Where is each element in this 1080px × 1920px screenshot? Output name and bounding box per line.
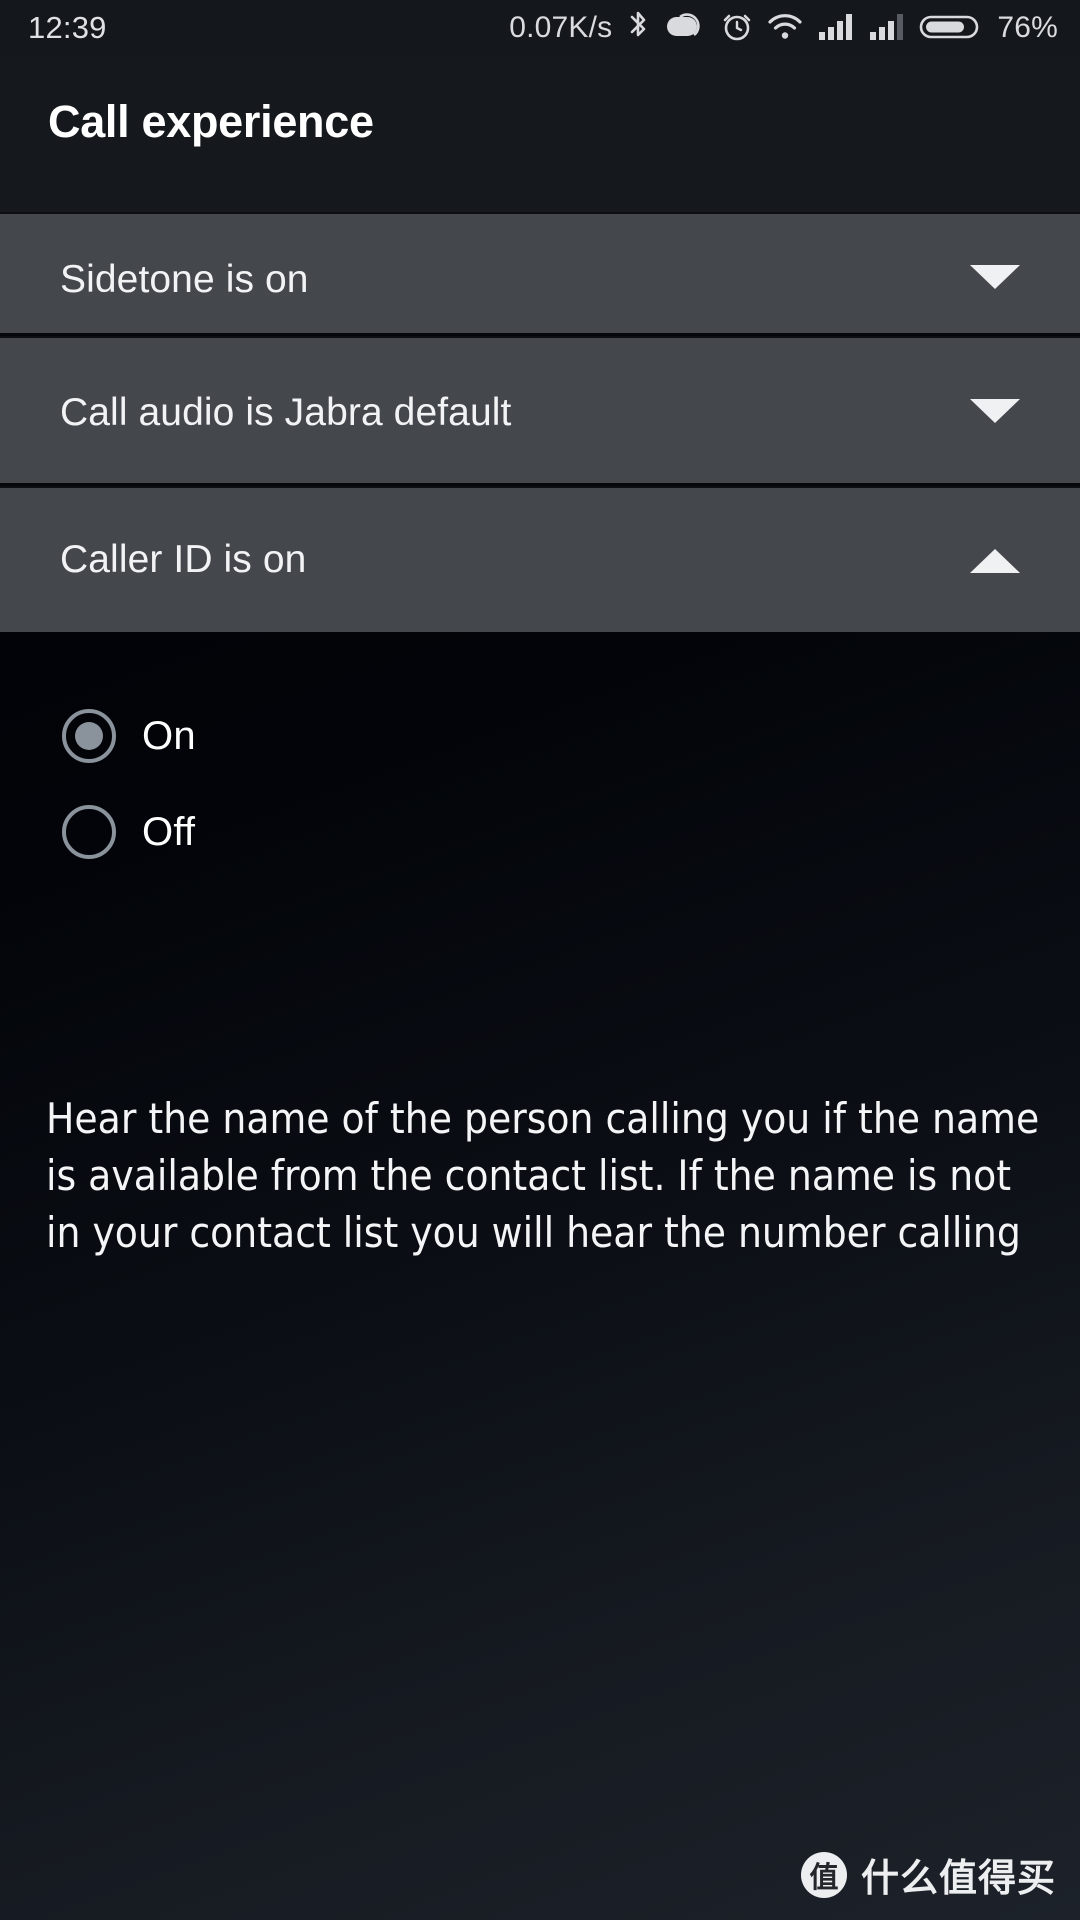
signal-bars-sim1-icon — [817, 9, 855, 48]
radio-dot — [75, 722, 103, 750]
settings-row-sidetone[interactable]: Sidetone is on — [0, 212, 1080, 336]
settings-row-label: Sidetone is on — [60, 258, 309, 301]
watermark-logo-icon: 值 — [800, 1851, 847, 1898]
chevron-up-icon[interactable] — [970, 549, 1020, 573]
settings-row-call-audio[interactable]: Call audio is Jabra default — [0, 336, 1080, 486]
phone-screen: 12:39 0.07K/s 76% Call experience Sideto… — [0, 0, 1080, 1920]
battery-percent-label: 76% — [997, 11, 1058, 44]
bluetooth-icon — [625, 9, 651, 48]
settings-row-label: Caller ID is on — [60, 538, 307, 581]
signal-bars-sim2-icon — [868, 9, 906, 48]
status-bar: 12:39 0.07K/s 76% — [0, 0, 1080, 56]
title-bar: Call experience — [0, 56, 1080, 212]
status-clock: 12:39 — [28, 10, 107, 45]
settings-row-list: Sidetone is on Call audio is Jabra defau… — [0, 212, 1080, 632]
page-title: Call experience — [48, 96, 374, 147]
radio-option-label: Off — [142, 809, 196, 854]
radio-option-on[interactable]: On — [0, 688, 1080, 784]
radio-button-selected-icon[interactable] — [62, 709, 116, 763]
battery-icon — [919, 9, 981, 48]
settings-row-caller-id[interactable]: Caller ID is on — [0, 486, 1080, 632]
radio-button-unselected-icon[interactable] — [62, 805, 116, 859]
radio-option-off[interactable]: Off — [0, 784, 1080, 880]
watermark: 值 什么值得买 — [800, 1847, 1056, 1902]
radio-option-label: On — [142, 713, 196, 758]
caller-id-radio-group: On Off — [0, 688, 1080, 880]
status-icons-group: 0.07K/s 76% — [509, 9, 1058, 48]
network-speed-label: 0.07K/s — [509, 11, 613, 44]
chevron-down-icon[interactable] — [970, 399, 1020, 423]
wifi-icon — [766, 9, 804, 48]
setting-description-text: Hear the name of the person calling you … — [46, 1094, 1040, 1257]
watermark-text: 什么值得买 — [860, 1856, 1056, 1900]
alarm-clock-icon — [721, 9, 753, 48]
chevron-down-icon[interactable] — [970, 265, 1020, 289]
settings-row-label: Call audio is Jabra default — [60, 391, 512, 434]
vpn-capsule-icon — [664, 9, 708, 48]
